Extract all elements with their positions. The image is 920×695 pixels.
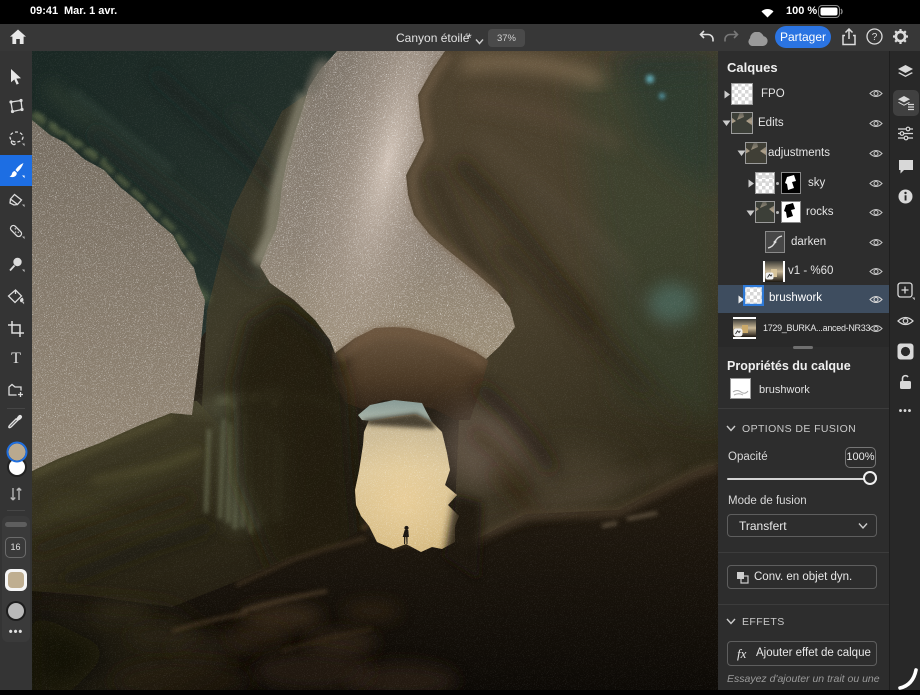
svg-text:?: ? — [872, 32, 878, 43]
